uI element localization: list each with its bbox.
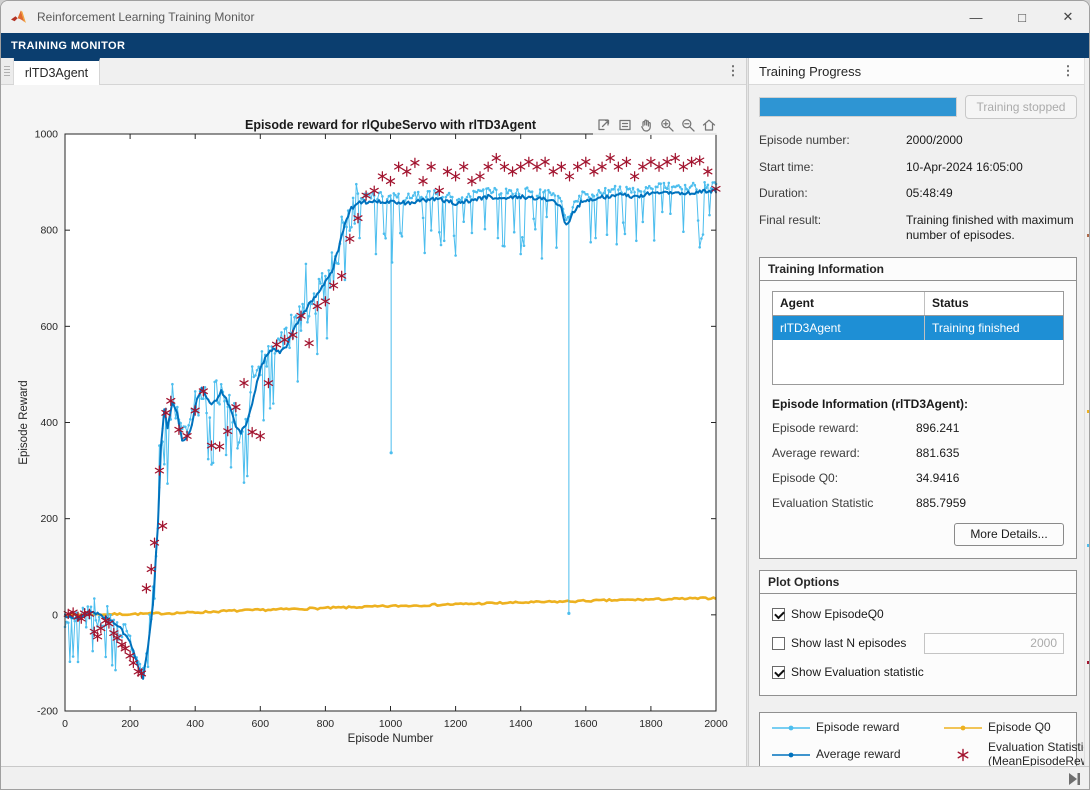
section-title: Plot Options (760, 571, 1076, 594)
svg-text:600: 600 (252, 718, 270, 730)
training-plot[interactable]: 0200400600800100012001400160018002000-20… (1, 85, 746, 769)
episode-info-title: Episode Information (rlTD3Agent): (772, 397, 1064, 411)
skip-to-end-icon[interactable] (1065, 771, 1083, 787)
episode-reward-marker-icon (770, 721, 812, 735)
svg-text:1200: 1200 (444, 718, 468, 730)
svg-text:800: 800 (40, 225, 58, 237)
show-evaluation-checkbox[interactable] (772, 666, 785, 679)
restore-view-icon[interactable] (700, 116, 718, 134)
plot-options-section: Plot Options Show EpisodeQ0 Show last N … (759, 570, 1077, 696)
training-information-section: Training Information Agent Status rlTD3A… (759, 257, 1077, 559)
average-reward-marker-icon (770, 748, 812, 762)
pane-title: Training Progress (759, 64, 861, 79)
agent-status-table: Agent Status rlTD3Agent Training finishe… (772, 291, 1064, 385)
window-title: Reinforcement Learning Training Monitor (37, 10, 254, 24)
svg-text:200: 200 (40, 513, 58, 525)
pan-icon[interactable] (637, 116, 655, 134)
tab-rltd3agent[interactable]: rlTD3Agent (14, 58, 100, 85)
field-final-result: Final result: Training finished with max… (759, 213, 1077, 244)
matlab-logo-icon (11, 9, 29, 25)
svg-text:1400: 1400 (509, 718, 533, 730)
chart-legend: Episode reward Episode Q0 Average reward… (759, 712, 1077, 766)
legend-item-average-reward: Average reward (770, 741, 942, 766)
show-last-n-checkbox[interactable] (772, 637, 785, 650)
field-average-reward: Average reward: 881.635 (772, 446, 1064, 460)
export-icon[interactable] (595, 116, 613, 134)
svg-text:800: 800 (317, 718, 335, 730)
table-header-row: Agent Status (773, 292, 1063, 316)
svg-text:1000: 1000 (379, 718, 403, 730)
option-show-episodeq0: Show EpisodeQ0 (772, 600, 1064, 629)
zoom-in-icon[interactable] (658, 116, 676, 134)
field-evaluation-statistic: Evaluation Statistic 885.7959 (772, 496, 1064, 510)
show-episodeq0-checkbox[interactable] (772, 608, 785, 621)
progress-bar (759, 97, 957, 117)
svg-text:400: 400 (40, 417, 58, 429)
last-n-episodes-input[interactable] (924, 633, 1064, 654)
x-axis-label: Episode Number (348, 733, 434, 745)
table-row[interactable]: rlTD3Agent Training finished (773, 316, 1063, 340)
figure-area[interactable]: 0200400600800100012001400160018002000-20… (1, 85, 746, 766)
progress-bar-fill (760, 98, 956, 116)
svg-text:0: 0 (62, 718, 68, 730)
episode-reward-chart[interactable]: 0200400600800100012001400160018002000-20… (1, 85, 746, 766)
right-scroll-gutter[interactable] (1084, 58, 1090, 766)
episode-q0-marker-icon (942, 721, 984, 735)
training-progress-pane: Training Progress ⋮ Training stopped Epi… (749, 58, 1084, 766)
legend-item-episode-q0: Episode Q0 (942, 721, 1084, 735)
tab-overflow-menu-icon[interactable]: ⋮ (720, 58, 746, 84)
svg-text:1000: 1000 (35, 129, 59, 141)
pane-menu-icon[interactable]: ⋮ (1060, 63, 1076, 79)
training-stopped-button[interactable]: Training stopped (965, 95, 1077, 119)
document-tabbar: rlTD3Agent ⋮ (1, 58, 746, 85)
table-empty-area (773, 340, 1063, 384)
chart-title: Episode reward for rlQubeServo with rlTD… (245, 118, 537, 132)
section-title: Training Information (760, 258, 1076, 281)
option-show-last-n: Show last N episodes (772, 629, 1064, 658)
svg-text:1800: 1800 (639, 718, 663, 730)
field-start-time: Start time: 10-Apr-2024 16:05:00 (759, 160, 1077, 176)
option-show-evaluation: Show Evaluation statistic (772, 658, 1064, 687)
titlebar: Reinforcement Learning Training Monitor … (1, 1, 1090, 33)
field-episode-q0: Episode Q0: 34.9416 (772, 471, 1064, 485)
svg-text:600: 600 (40, 321, 58, 333)
field-episode-reward: Episode reward: 896.241 (772, 421, 1064, 435)
y-axis-label: Episode Reward (18, 380, 30, 464)
pane-header: Training Progress ⋮ (749, 58, 1084, 85)
field-episode-number: Episode number: 2000/2000 (759, 133, 1077, 149)
svg-text:2000: 2000 (704, 718, 728, 730)
zoom-out-icon[interactable] (679, 116, 697, 134)
close-button[interactable]: ✕ (1045, 1, 1090, 33)
more-details-button[interactable]: More Details... (954, 523, 1064, 546)
legend-item-evaluation-statistic: Evaluation Statistic(MeanEpisodeReward) (942, 741, 1084, 766)
svg-text:-200: -200 (37, 706, 58, 718)
axes-toolbar (593, 115, 720, 135)
minimize-button[interactable]: — (953, 1, 999, 33)
field-duration: Duration: 05:48:49 (759, 186, 1077, 202)
legend-item-episode-reward: Episode reward (770, 721, 942, 735)
svg-text:1600: 1600 (574, 718, 598, 730)
statusbar (1, 766, 1090, 790)
tab-drag-grip[interactable] (1, 58, 14, 84)
svg-text:200: 200 (121, 718, 139, 730)
app-window: Reinforcement Learning Training Monitor … (0, 0, 1090, 790)
toolstrip: TRAINING MONITOR (1, 33, 1090, 58)
svg-text:400: 400 (186, 718, 204, 730)
svg-text:0: 0 (52, 609, 58, 621)
toolstrip-tab-training-monitor[interactable]: TRAINING MONITOR (11, 40, 125, 52)
evaluation-statistic-marker-icon (942, 748, 984, 762)
maximize-button[interactable]: □ (999, 1, 1045, 33)
datatips-icon[interactable] (616, 116, 634, 134)
